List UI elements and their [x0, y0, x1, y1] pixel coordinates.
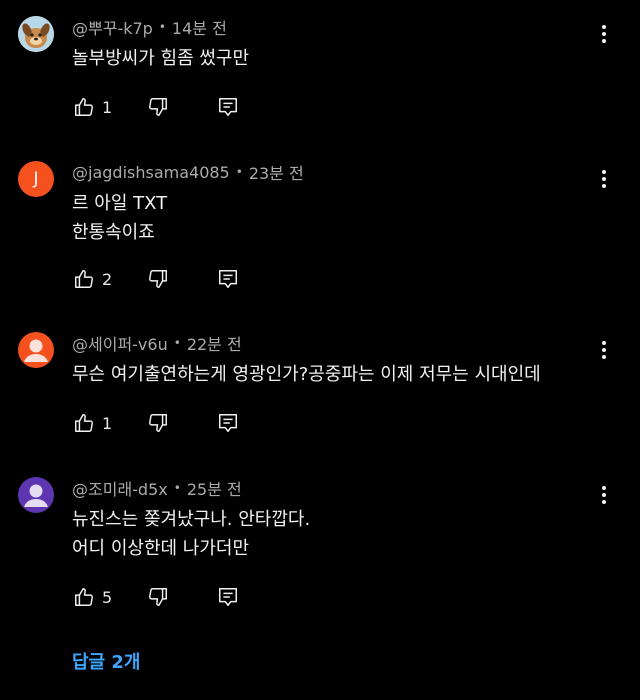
username-link[interactable]: @조미래-d5x	[72, 476, 168, 500]
comment-meta: @뿌꾸-k7p • 14분 전	[72, 16, 227, 38]
comment-line: 어디 이상한데 나가더만	[72, 538, 250, 559]
comment-actions: 5	[72, 584, 240, 610]
more-vert-icon	[602, 25, 606, 43]
view-replies-button[interactable]: 답글 2개	[72, 648, 140, 674]
reply-button[interactable]	[216, 585, 240, 609]
like-count: 2	[102, 269, 113, 289]
reply-button[interactable]	[216, 267, 240, 291]
thumbs-down-icon	[149, 270, 167, 288]
comment-meta: @jagdishsama4085 • 23분 전	[72, 160, 304, 184]
dislike-button[interactable]	[146, 585, 170, 609]
person-icon	[24, 484, 48, 507]
reply-comment-icon	[219, 414, 237, 432]
more-options-button[interactable]	[592, 338, 616, 362]
reply-comment-icon	[219, 270, 237, 288]
comment-list: @뿌꾸-k7p • 14분 전 놀부방씨가 힘좀 썼구만 1 J @jagdis…	[0, 0, 640, 700]
avatar[interactable]	[18, 332, 54, 368]
reply-button[interactable]	[216, 411, 240, 435]
more-options-button[interactable]	[592, 167, 616, 191]
thumbs-up-icon	[75, 414, 93, 432]
comment-text: 놀부방씨가 힘좀 썼구만	[72, 44, 249, 73]
comment-line: 무슨 여기출연하는게 영광인가?공중파는 이제 저무는 시대인데	[72, 364, 541, 385]
avatar[interactable]	[18, 16, 54, 52]
comment-meta: @세이퍼-v6u • 22분 전	[72, 332, 242, 354]
username-link[interactable]: @세이퍼-v6u	[72, 331, 168, 355]
more-vert-icon	[602, 486, 606, 504]
dislike-button[interactable]	[146, 267, 170, 291]
cartoon-dog-avatar-icon	[18, 16, 54, 52]
avatar[interactable]: J	[18, 161, 54, 197]
meta-separator: •	[173, 336, 181, 350]
thumbs-up-icon	[75, 270, 93, 288]
reply-comment-icon	[219, 98, 237, 116]
like-count: 1	[102, 97, 113, 117]
more-options-button[interactable]	[592, 483, 616, 507]
comment-actions: 1	[72, 94, 240, 120]
reply-comment-icon	[219, 588, 237, 606]
more-vert-icon	[602, 341, 606, 359]
comment-line: 뉴진스는 쫒겨났구나. 안타깝다.	[72, 509, 311, 530]
like-count: 5	[102, 587, 113, 607]
dislike-button[interactable]	[146, 411, 170, 435]
like-button[interactable]	[72, 585, 96, 609]
like-button[interactable]	[72, 267, 96, 291]
comment-text: 무슨 여기출연하는게 영광인가?공중파는 이제 저무는 시대인데	[72, 360, 541, 389]
thumbs-up-icon	[75, 588, 93, 606]
comment-line: 한통속이죠	[72, 222, 155, 243]
avatar-letter: J	[33, 169, 39, 189]
timestamp[interactable]: 14분 전	[172, 15, 227, 39]
more-vert-icon	[602, 170, 606, 188]
timestamp[interactable]: 25분 전	[187, 476, 242, 500]
comment-actions: 1	[72, 410, 240, 436]
thumbs-down-icon	[149, 414, 167, 432]
comment-line: 놀부방씨가 힘좀 썼구만	[72, 48, 250, 69]
reply-button[interactable]	[216, 95, 240, 119]
comment-line: 르 아일 TXT	[72, 193, 168, 214]
more-options-button[interactable]	[592, 22, 616, 46]
like-button[interactable]	[72, 411, 96, 435]
thumbs-down-icon	[149, 98, 167, 116]
timestamp[interactable]: 23분 전	[249, 160, 304, 184]
avatar[interactable]	[18, 477, 54, 513]
username-link[interactable]: @jagdishsama4085	[72, 163, 230, 182]
timestamp[interactable]: 22분 전	[187, 331, 242, 355]
comment-text: 뉴진스는 쫒겨났구나. 안타깝다. 어디 이상한데 나가더만	[72, 505, 310, 563]
meta-separator: •	[173, 481, 181, 495]
like-button[interactable]	[72, 95, 96, 119]
meta-separator: •	[235, 165, 243, 179]
dislike-button[interactable]	[146, 95, 170, 119]
thumbs-up-icon	[75, 98, 93, 116]
thumbs-down-icon	[149, 588, 167, 606]
comment-meta: @조미래-d5x • 25분 전	[72, 477, 242, 499]
username-link[interactable]: @뿌꾸-k7p	[72, 15, 153, 39]
like-count: 1	[102, 413, 113, 433]
comment-actions: 2	[72, 266, 240, 292]
meta-separator: •	[158, 20, 166, 34]
comment-text: 르 아일 TXT 한통속이죠	[72, 189, 167, 247]
person-icon	[24, 339, 48, 362]
